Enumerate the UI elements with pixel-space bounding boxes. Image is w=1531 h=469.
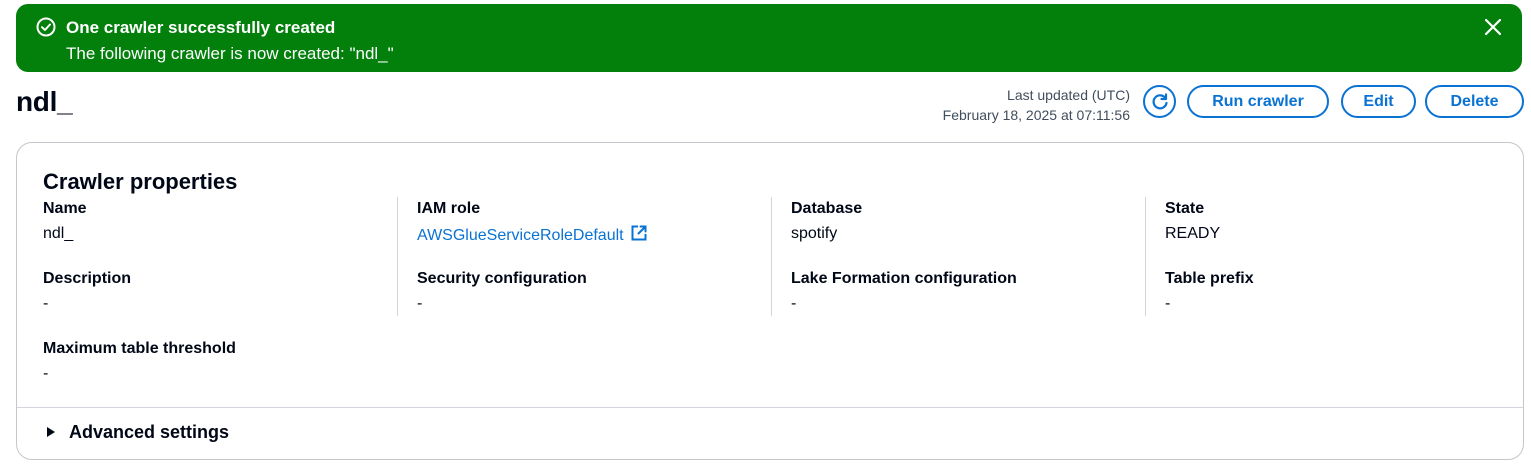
property-label: IAM role — [417, 200, 481, 217]
page-title: ndl_ — [16, 86, 73, 117]
property-name: Name ndl_ — [43, 199, 393, 244]
property-iam-role: IAM role AWSGlueServiceRoleDefault — [417, 199, 767, 248]
property-label: State — [1165, 200, 1205, 217]
column-divider — [397, 197, 398, 316]
refresh-icon — [1150, 92, 1170, 112]
iam-role-link-text: AWSGlueServiceRoleDefault — [417, 227, 624, 244]
edit-button[interactable]: Edit — [1341, 85, 1416, 118]
close-icon[interactable] — [1481, 15, 1505, 39]
property-label: Security configuration — [417, 270, 587, 287]
property-value: - — [43, 365, 49, 382]
property-value: - — [417, 295, 423, 312]
property-lake-formation: Lake Formation configuration - — [791, 269, 1141, 314]
advanced-settings-label: Advanced settings — [69, 422, 230, 442]
property-value: READY — [1165, 225, 1221, 242]
last-updated-value: February 18, 2025 at 07:11:56 — [942, 107, 1130, 123]
property-value: - — [791, 295, 797, 312]
advanced-settings-toggle[interactable]: Advanced settings — [43, 420, 229, 444]
property-label: Table prefix — [1165, 270, 1254, 287]
column-divider — [771, 197, 772, 316]
delete-button[interactable]: Delete — [1425, 85, 1524, 118]
caret-right-icon — [47, 427, 55, 437]
column-divider — [1145, 197, 1146, 316]
property-label: Name — [43, 200, 87, 217]
property-label: Maximum table threshold — [43, 340, 236, 357]
property-value: - — [1165, 295, 1171, 312]
flash-title: One crawler successfully created — [66, 18, 336, 37]
check-circle-icon — [36, 17, 56, 37]
flash-message: The following crawler is now created: "n… — [66, 44, 394, 63]
success-flash-banner: One crawler successfully created The fol… — [16, 4, 1522, 72]
property-label: Database — [791, 200, 863, 217]
last-updated: Last updated (UTC) February 18, 2025 at … — [943, 85, 1130, 125]
property-description: Description - — [43, 269, 393, 314]
run-crawler-button[interactable]: Run crawler — [1187, 85, 1329, 118]
property-label: Description — [43, 270, 132, 287]
property-database: Database spotify — [791, 199, 1141, 244]
property-value: ndl_ — [43, 225, 74, 242]
property-value: - — [43, 295, 49, 312]
property-state: State READY — [1165, 199, 1515, 244]
section-divider — [17, 407, 1523, 408]
last-updated-label: Last updated (UTC) — [1007, 87, 1130, 103]
refresh-button[interactable] — [1143, 85, 1176, 118]
property-value: spotify — [791, 225, 838, 242]
property-table-prefix: Table prefix - — [1165, 269, 1515, 314]
property-max-table-threshold: Maximum table threshold - — [43, 339, 393, 384]
crawler-properties-container: Crawler properties Name ndl_ IAM role AW… — [16, 142, 1524, 460]
crawler-properties-title: Crawler properties — [43, 169, 238, 194]
iam-role-link[interactable]: AWSGlueServiceRoleDefault — [417, 224, 648, 248]
property-security-configuration: Security configuration - — [417, 269, 767, 314]
external-link-icon — [630, 224, 648, 248]
property-label: Lake Formation configuration — [791, 270, 1017, 287]
